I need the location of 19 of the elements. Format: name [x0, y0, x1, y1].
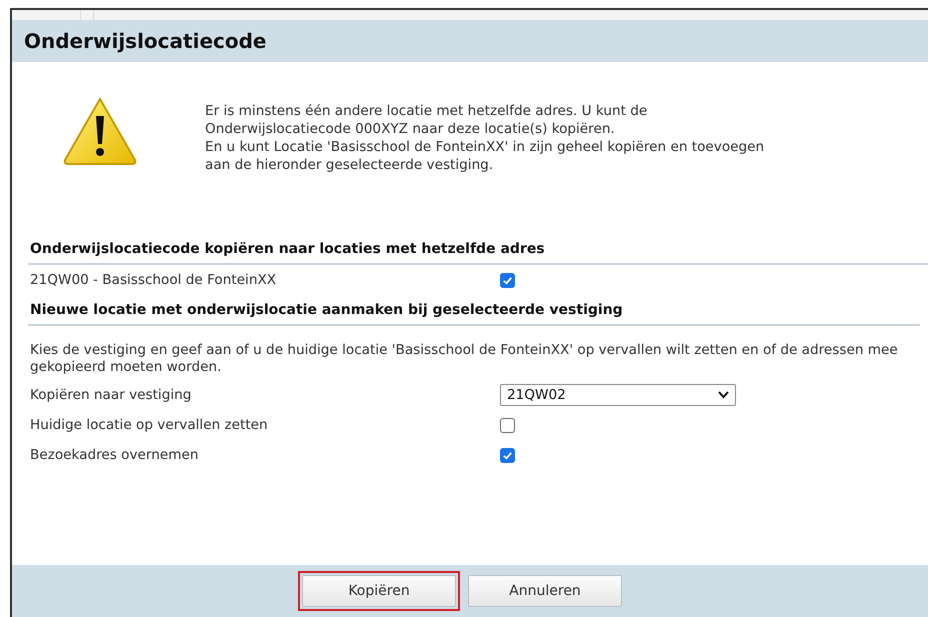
checkbox[interactable] — [500, 272, 515, 288]
dialog-button[interactable]: Annuleren — [468, 575, 622, 607]
section-heading: Nieuwe locatie met onderwijslocatie aanmaken bij geselecteerde vestiging — [28, 297, 920, 326]
checkbox[interactable] — [500, 448, 515, 462]
checkmark-icon — [502, 450, 513, 460]
dialog-title: Onderwijslocatiecode — [24, 29, 266, 53]
field-label: 21QW00 - Basisschool de FonteinXX — [29, 272, 278, 288]
field-label: Huidige locatie op vervallen zetten — [29, 417, 269, 433]
dialog-button[interactable]: Kopiëren — [302, 575, 456, 607]
warning-message: Er is minstens één andere locatie met hetzelfde adres. U kunt de Onderwijslocatiecode 000XYZ naar deze locatie(s) kopiëren. En u kunt Locatie 'Basisschool de FonteinXX' in zijn geheel kopiëren en toevoegen aan de hieronder geselecteerde vestiging. — [205, 102, 764, 175]
section-heading: Onderwijslocatiecode kopiëren naar locaties met hetzelfde adres — [28, 236, 928, 265]
field-label: Bezoekadres overnemen — [29, 447, 200, 463]
warning-icon — [62, 96, 138, 166]
chevron-down-icon — [718, 391, 729, 399]
field-label: Kopiëren naar vestiging — [29, 387, 192, 403]
section-intro: Kies de vestiging en geef aan of u de huidige locatie 'Basisschool de FonteinXX' op vervallen wilt zetten en of de adressen mee gekopieerd moeten worden. — [29, 341, 899, 377]
dropdown[interactable]: 21QW02 — [500, 384, 736, 406]
checkbox[interactable] — [500, 418, 515, 432]
checkmark-icon — [502, 274, 513, 286]
